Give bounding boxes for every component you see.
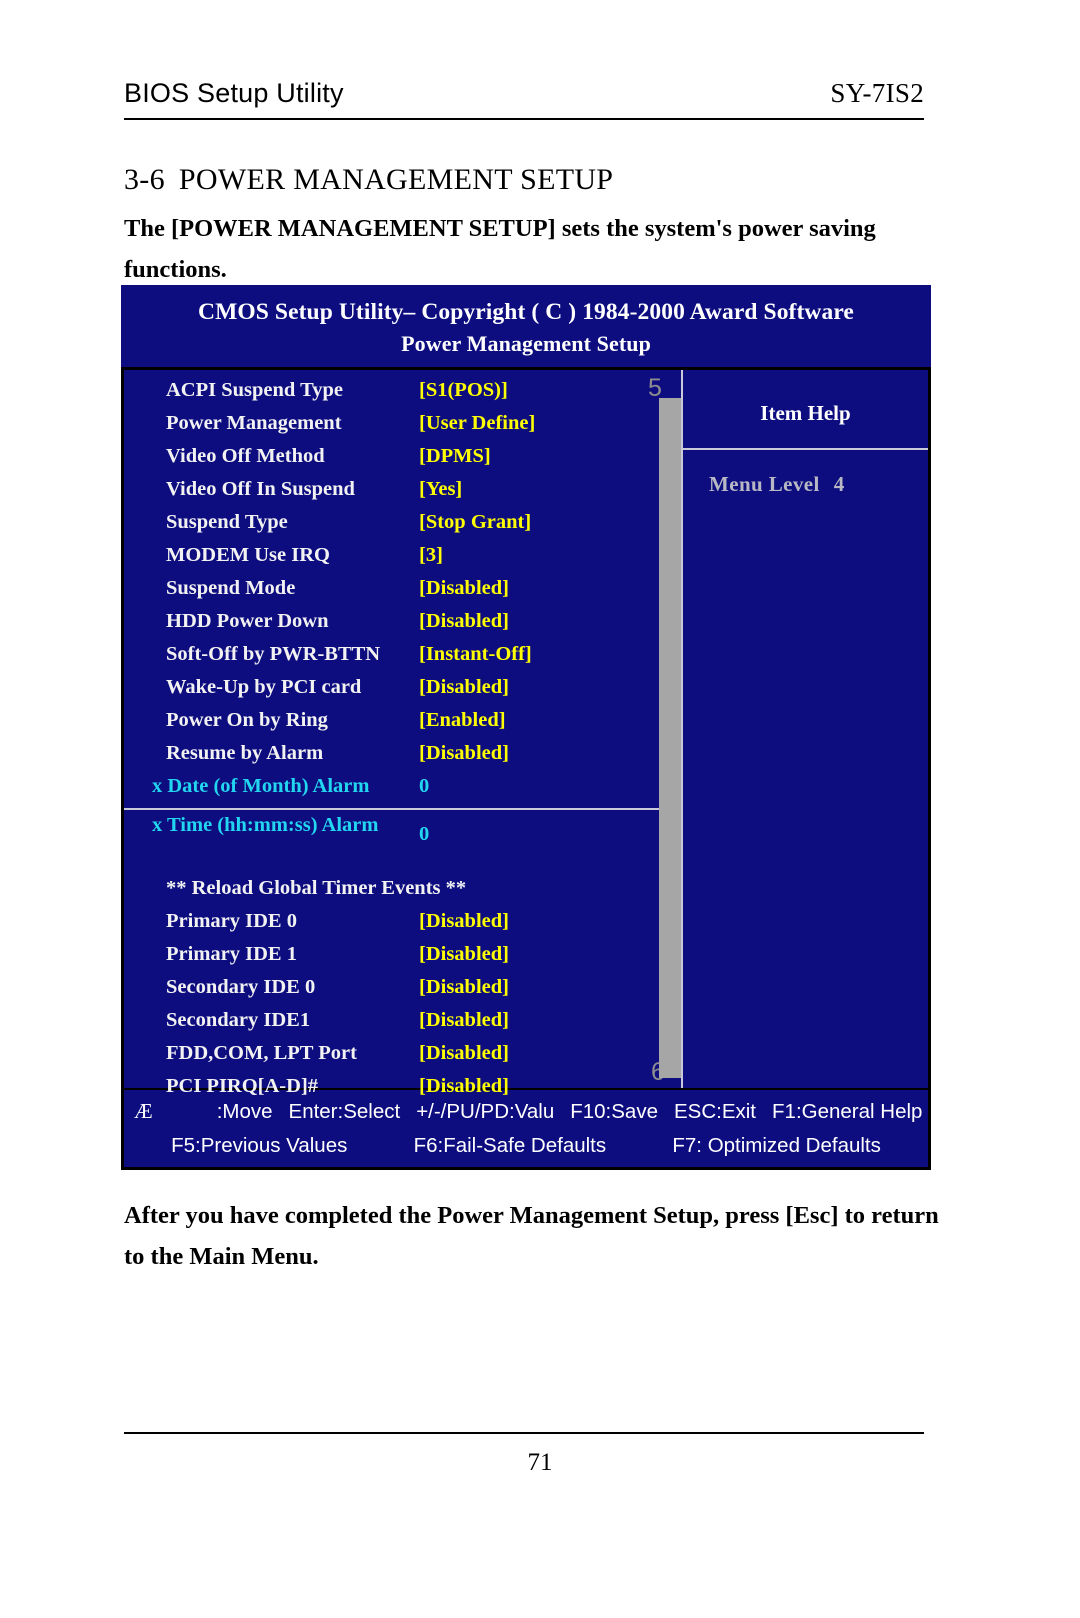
option-value: [Disabled] bbox=[419, 1075, 509, 1098]
item-help-panel: Item Help Menu Level 4 bbox=[683, 370, 928, 1088]
bios-option-row[interactable]: PCI PIRQ[A-D]# [Disabled] bbox=[124, 1075, 681, 1108]
vertical-scrollbar[interactable] bbox=[659, 370, 681, 1088]
option-label: Soft-Off by PWR-BTTN bbox=[166, 643, 381, 666]
bios-body: 5 6 ACPI Suspend Type [S1(POS)] Power Ma… bbox=[121, 367, 931, 1097]
option-value: [S1(POS)] bbox=[419, 379, 508, 402]
key-f7-optimized-defaults: F7: Optimized Defaults bbox=[672, 1134, 881, 1158]
scrollbar-thumb[interactable] bbox=[659, 398, 681, 1079]
option-label: Secondary IDE1 bbox=[166, 1009, 311, 1032]
item-help-title: Item Help bbox=[760, 401, 851, 426]
bios-title-copyright: CMOS Setup Utility– Copyright ( C ) 1984… bbox=[198, 299, 854, 325]
footer-divider-rule bbox=[124, 1432, 924, 1434]
option-label: Power On by Ring bbox=[166, 709, 328, 732]
option-value: [3] bbox=[419, 544, 443, 567]
option-value: [Disabled] bbox=[419, 1009, 509, 1032]
option-value: [User Define] bbox=[419, 412, 536, 435]
page-header-model-number: SY-7IS2 bbox=[830, 78, 924, 108]
bios-option-row[interactable]: Power Management [User Define] bbox=[124, 412, 681, 445]
bios-option-row[interactable]: Soft-Off by PWR-BTTN [Instant-Off] bbox=[124, 643, 681, 676]
bios-option-row-time-alarm[interactable]: x Time (hh:mm:ss) Alarm 0 bbox=[124, 810, 681, 855]
section-heading: 3-6 POWER MANAGEMENT SETUP bbox=[124, 163, 613, 197]
closing-paragraph: After you have completed the Power Manag… bbox=[124, 1202, 939, 1270]
bios-title-bar: CMOS Setup Utility– Copyright ( C ) 1984… bbox=[121, 285, 931, 368]
menu-level-value: 4 bbox=[833, 472, 845, 497]
bios-option-row[interactable]: Video Off In Suspend [Yes] bbox=[124, 478, 681, 511]
option-value: [Disabled] bbox=[419, 976, 509, 999]
section-number: 3-6 bbox=[124, 163, 165, 196]
bios-title-screen-name: Power Management Setup bbox=[401, 330, 651, 356]
option-value: [Disabled] bbox=[419, 910, 509, 933]
reload-global-timer-events-heading: ** Reload Global Timer Events ** bbox=[124, 877, 681, 910]
option-value: 0 bbox=[419, 823, 430, 846]
option-value: [Stop Grant] bbox=[419, 511, 532, 534]
bios-option-row[interactable]: Primary IDE 0 [Disabled] bbox=[124, 910, 681, 943]
option-list-spacer bbox=[124, 855, 681, 877]
bios-option-row-date-alarm[interactable]: x Date (of Month) Alarm 0 bbox=[124, 775, 681, 808]
key-f5-previous-values: F5:Previous Values bbox=[171, 1134, 348, 1158]
option-label: Suspend Type bbox=[166, 511, 288, 534]
bios-option-row[interactable]: MODEM Use IRQ [3] bbox=[124, 544, 681, 577]
section-subheading-label: ** Reload Global Timer Events ** bbox=[166, 877, 467, 900]
key-f6-fail-safe-defaults: F6:Fail-Safe Defaults bbox=[413, 1134, 607, 1158]
option-value: [Enabled] bbox=[419, 709, 506, 732]
page-number: 71 bbox=[527, 1449, 553, 1476]
menu-level-label: Menu Level bbox=[709, 472, 820, 497]
bios-option-row[interactable]: Video Off Method [DPMS] bbox=[124, 445, 681, 478]
option-value: [Disabled] bbox=[419, 610, 509, 633]
bios-option-row[interactable]: Resume by Alarm [Disabled] bbox=[124, 742, 681, 775]
option-value: [Instant-Off] bbox=[419, 643, 532, 666]
option-label: x Date (of Month) Alarm bbox=[152, 775, 370, 798]
key-esc-exit: ESC:Exit bbox=[673, 1099, 757, 1123]
section-title-text: POWER MANAGEMENT SETUP bbox=[178, 163, 614, 196]
option-label: Primary IDE 1 bbox=[166, 943, 297, 966]
option-label: ACPI Suspend Type bbox=[166, 379, 343, 402]
bios-option-row[interactable]: Secondary IDE 0 [Disabled] bbox=[124, 976, 681, 1009]
option-value: [Disabled] bbox=[419, 577, 509, 600]
option-label: Suspend Mode bbox=[166, 577, 296, 600]
bios-option-row[interactable]: Wake-Up by PCI card [Disabled] bbox=[124, 676, 681, 709]
option-value: [Disabled] bbox=[419, 943, 509, 966]
option-label: Secondary IDE 0 bbox=[166, 976, 316, 999]
option-label: PCI PIRQ[A-D]# bbox=[166, 1075, 319, 1098]
option-label: Resume by Alarm bbox=[166, 742, 324, 765]
key-help-row-secondary: F5:Previous Values F6:Fail-Safe Defaults… bbox=[124, 1126, 928, 1158]
option-value: [Disabled] bbox=[419, 742, 509, 765]
option-value: [Yes] bbox=[419, 478, 463, 501]
option-label: Primary IDE 0 bbox=[166, 910, 297, 933]
bios-option-row[interactable]: Power On by Ring [Enabled] bbox=[124, 709, 681, 742]
bios-option-row[interactable]: FDD,COM, LPT Port [Disabled] bbox=[124, 1042, 681, 1075]
option-label: x Time (hh:mm:ss) Alarm bbox=[152, 814, 379, 837]
page-header: BIOS Setup Utility SY-7IS2 bbox=[124, 78, 924, 109]
bios-option-row[interactable]: Secondary IDE1 [Disabled] bbox=[124, 1009, 681, 1042]
section-intro-paragraph: The [POWER MANAGEMENT SETUP] sets the sy… bbox=[124, 215, 876, 283]
bios-option-row[interactable]: Suspend Type [Stop Grant] bbox=[124, 511, 681, 544]
option-label: Video Off In Suspend bbox=[166, 478, 355, 501]
bios-option-row[interactable]: HDD Power Down [Disabled] bbox=[124, 610, 681, 643]
bios-setup-window: CMOS Setup Utility– Copyright ( C ) 1984… bbox=[121, 285, 931, 1171]
bios-option-row[interactable]: Primary IDE 1 [Disabled] bbox=[124, 943, 681, 976]
option-label: Wake-Up by PCI card bbox=[166, 676, 362, 699]
option-label: Video Off Method bbox=[166, 445, 325, 468]
option-label: MODEM Use IRQ bbox=[166, 544, 330, 567]
option-value: 0 bbox=[419, 775, 430, 798]
header-divider-rule bbox=[124, 118, 924, 120]
bios-option-row[interactable]: Suspend Mode [Disabled] bbox=[124, 577, 681, 610]
bios-option-list: 5 6 ACPI Suspend Type [S1(POS)] Power Ma… bbox=[124, 370, 681, 1097]
bios-option-row[interactable]: ACPI Suspend Type [S1(POS)] bbox=[124, 379, 681, 412]
menu-level-row: Menu Level 4 bbox=[683, 450, 928, 497]
option-label: FDD,COM, LPT Port bbox=[166, 1042, 357, 1065]
option-label: Power Management bbox=[166, 412, 342, 435]
page-header-left-title: BIOS Setup Utility bbox=[124, 78, 344, 108]
option-value: [Disabled] bbox=[419, 1042, 509, 1065]
option-value: [Disabled] bbox=[419, 676, 509, 699]
key-f1-general-help: F1:General Help bbox=[772, 1099, 923, 1123]
option-value: [DPMS] bbox=[419, 445, 491, 468]
option-label: HDD Power Down bbox=[166, 610, 329, 633]
